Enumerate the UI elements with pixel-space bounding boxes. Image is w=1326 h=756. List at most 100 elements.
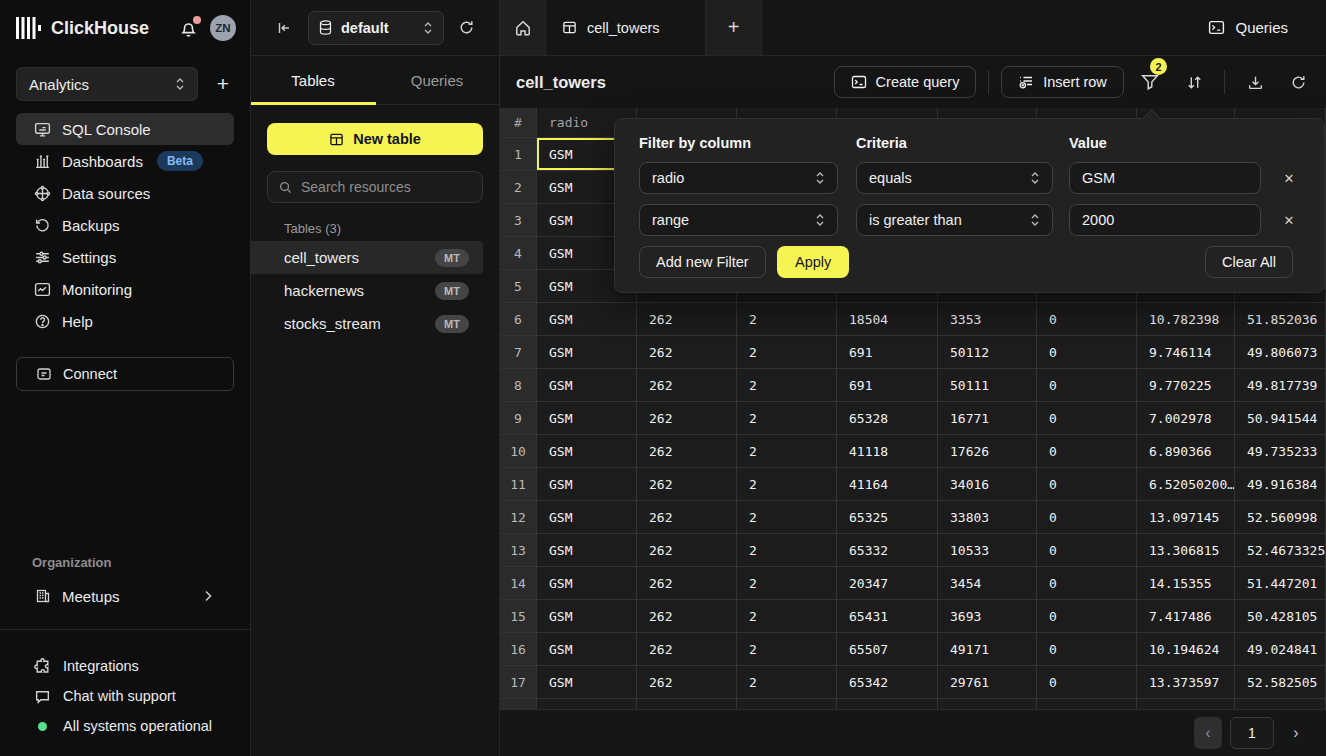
grid-cell[interactable]: GSM bbox=[537, 402, 637, 435]
grid-cell[interactable]: GSM bbox=[537, 468, 637, 501]
grid-cell[interactable]: 65332 bbox=[837, 534, 938, 567]
grid-cell[interactable]: 49.735233 bbox=[1235, 435, 1326, 468]
grid-cell[interactable]: 10.194624 bbox=[1137, 633, 1235, 666]
tab-cell-towers[interactable]: cell_towers bbox=[546, 0, 706, 55]
tab-queries[interactable]: Queries bbox=[375, 56, 499, 104]
notifications-bell-icon[interactable] bbox=[179, 19, 201, 38]
table-item-hackernews[interactable]: hackernewsMT bbox=[251, 274, 483, 307]
grid-cell[interactable]: 13.306815 bbox=[1137, 534, 1235, 567]
search-input[interactable]: Search resources bbox=[267, 171, 483, 203]
grid-cell[interactable]: 49.817739 bbox=[1235, 369, 1326, 402]
grid-cell[interactable]: 65325 bbox=[837, 501, 938, 534]
grid-cell[interactable]: 2 bbox=[737, 336, 837, 369]
grid-cell[interactable]: 2 bbox=[737, 468, 837, 501]
grid-cell[interactable]: 0 bbox=[1037, 303, 1137, 336]
grid-cell[interactable]: 52.560998 bbox=[1235, 501, 1326, 534]
grid-cell[interactable]: 16771 bbox=[938, 402, 1037, 435]
grid-cell[interactable]: 65342 bbox=[837, 666, 938, 699]
next-page-button[interactable]: › bbox=[1282, 717, 1310, 749]
new-tab-button[interactable]: + bbox=[706, 0, 762, 55]
grid-cell[interactable]: 50.941544 bbox=[1235, 402, 1326, 435]
grid-cell[interactable]: 51.447201 bbox=[1235, 567, 1326, 600]
connect-button[interactable]: Connect bbox=[16, 357, 234, 391]
remove-filter-button[interactable]: ✕ bbox=[1275, 162, 1303, 194]
grid-cell[interactable]: 3693 bbox=[938, 600, 1037, 633]
grid-cell[interactable]: 262 bbox=[637, 600, 737, 633]
grid-cell[interactable]: 262 bbox=[637, 501, 737, 534]
grid-cell[interactable]: 41164 bbox=[837, 468, 938, 501]
grid-cell[interactable]: GSM bbox=[537, 501, 637, 534]
grid-cell[interactable]: 0 bbox=[1037, 534, 1137, 567]
grid-cell[interactable]: 51.852036 bbox=[1235, 303, 1326, 336]
sidebar-item-monitoring[interactable]: Monitoring bbox=[16, 273, 234, 305]
sidebar-item-dashboards[interactable]: DashboardsBeta bbox=[16, 145, 234, 177]
sidebar-item-chat-with-support[interactable]: Chat with support bbox=[16, 681, 234, 711]
grid-cell[interactable]: 262 bbox=[637, 534, 737, 567]
grid-cell[interactable]: 2 bbox=[737, 567, 837, 600]
grid-cell[interactable]: 262 bbox=[637, 369, 737, 402]
queries-button[interactable]: Queries bbox=[1208, 19, 1288, 36]
grid-cell[interactable]: 2 bbox=[737, 666, 837, 699]
sidebar-item-backups[interactable]: Backups bbox=[16, 209, 234, 241]
filter-column-select[interactable]: radio bbox=[639, 162, 838, 194]
sidebar-item-settings[interactable]: Settings bbox=[16, 241, 234, 273]
grid-cell[interactable]: 0 bbox=[1037, 501, 1137, 534]
add-service-button[interactable]: + bbox=[212, 72, 234, 96]
grid-cell[interactable]: GSM bbox=[537, 600, 637, 633]
grid-cell[interactable]: 3454 bbox=[938, 567, 1037, 600]
grid-cell[interactable]: 0 bbox=[1037, 666, 1137, 699]
grid-cell[interactable]: 262 bbox=[637, 435, 737, 468]
sidebar-item-all-systems-operational[interactable]: All systems operational bbox=[16, 711, 234, 741]
grid-cell[interactable]: 41118 bbox=[837, 435, 938, 468]
filter-criteria-select[interactable]: is greater than bbox=[856, 204, 1053, 236]
grid-cell[interactable]: 0 bbox=[1037, 369, 1137, 402]
grid-cell[interactable]: 2 bbox=[737, 369, 837, 402]
grid-cell[interactable]: 29761 bbox=[938, 666, 1037, 699]
grid-cell[interactable]: 33803 bbox=[938, 501, 1037, 534]
grid-cell[interactable]: GSM bbox=[537, 567, 637, 600]
grid-cell[interactable]: 49.916384 bbox=[1235, 468, 1326, 501]
filter-button[interactable]: 2 bbox=[1132, 66, 1168, 98]
grid-cell[interactable]: 7.417486 bbox=[1137, 600, 1235, 633]
grid-cell[interactable]: GSM bbox=[537, 369, 637, 402]
grid-cell[interactable]: 52.46733257 bbox=[1235, 534, 1326, 567]
avatar[interactable]: ZN bbox=[210, 15, 236, 41]
remove-filter-button[interactable]: ✕ bbox=[1275, 204, 1303, 236]
apply-filter-button[interactable]: Apply bbox=[777, 246, 849, 278]
database-selector[interactable]: default bbox=[308, 11, 444, 45]
grid-cell[interactable]: 49.024841 bbox=[1235, 633, 1326, 666]
grid-cell[interactable]: 65431 bbox=[837, 600, 938, 633]
grid-cell[interactable]: 9.770225 bbox=[1137, 369, 1235, 402]
grid-cell[interactable]: 7.002978 bbox=[1137, 402, 1235, 435]
grid-cell[interactable]: 262 bbox=[637, 303, 737, 336]
sidebar-item-meetups[interactable]: Meetups bbox=[0, 580, 250, 612]
grid-cell[interactable]: 6.890366 bbox=[1137, 435, 1235, 468]
grid-cell[interactable]: GSM bbox=[537, 666, 637, 699]
home-tab[interactable] bbox=[500, 0, 546, 55]
column-header[interactable]: # bbox=[500, 108, 537, 138]
grid-cell[interactable]: 262 bbox=[637, 402, 737, 435]
grid-cell[interactable]: 691 bbox=[837, 369, 938, 402]
grid-cell[interactable]: 3353 bbox=[938, 303, 1037, 336]
grid-cell[interactable]: 20347 bbox=[837, 567, 938, 600]
grid-cell[interactable]: 0 bbox=[1037, 435, 1137, 468]
sidebar-item-sql-console[interactable]: SQL Console bbox=[16, 113, 234, 145]
sidebar-item-integrations[interactable]: Integrations bbox=[16, 651, 234, 681]
grid-cell[interactable]: 0 bbox=[1037, 402, 1137, 435]
grid-cell[interactable]: 2 bbox=[737, 501, 837, 534]
prev-page-button[interactable]: ‹ bbox=[1194, 717, 1222, 749]
table-item-stocks-stream[interactable]: stocks_streamMT bbox=[251, 307, 483, 340]
tab-tables[interactable]: Tables bbox=[251, 56, 375, 104]
create-query-button[interactable]: Create query bbox=[834, 66, 976, 98]
grid-cell[interactable]: 0 bbox=[1037, 567, 1137, 600]
grid-cell[interactable]: 2 bbox=[737, 633, 837, 666]
grid-cell[interactable]: 18504 bbox=[837, 303, 938, 336]
grid-cell[interactable]: GSM bbox=[537, 435, 637, 468]
grid-cell[interactable]: 2 bbox=[737, 534, 837, 567]
sidebar-item-help[interactable]: Help bbox=[16, 305, 234, 337]
grid-cell[interactable]: 50112 bbox=[938, 336, 1037, 369]
refresh-tables-icon[interactable] bbox=[458, 19, 475, 36]
grid-cell[interactable]: 2 bbox=[737, 600, 837, 633]
collapse-panel-icon[interactable] bbox=[276, 20, 292, 36]
new-table-button[interactable]: New table bbox=[267, 123, 483, 155]
